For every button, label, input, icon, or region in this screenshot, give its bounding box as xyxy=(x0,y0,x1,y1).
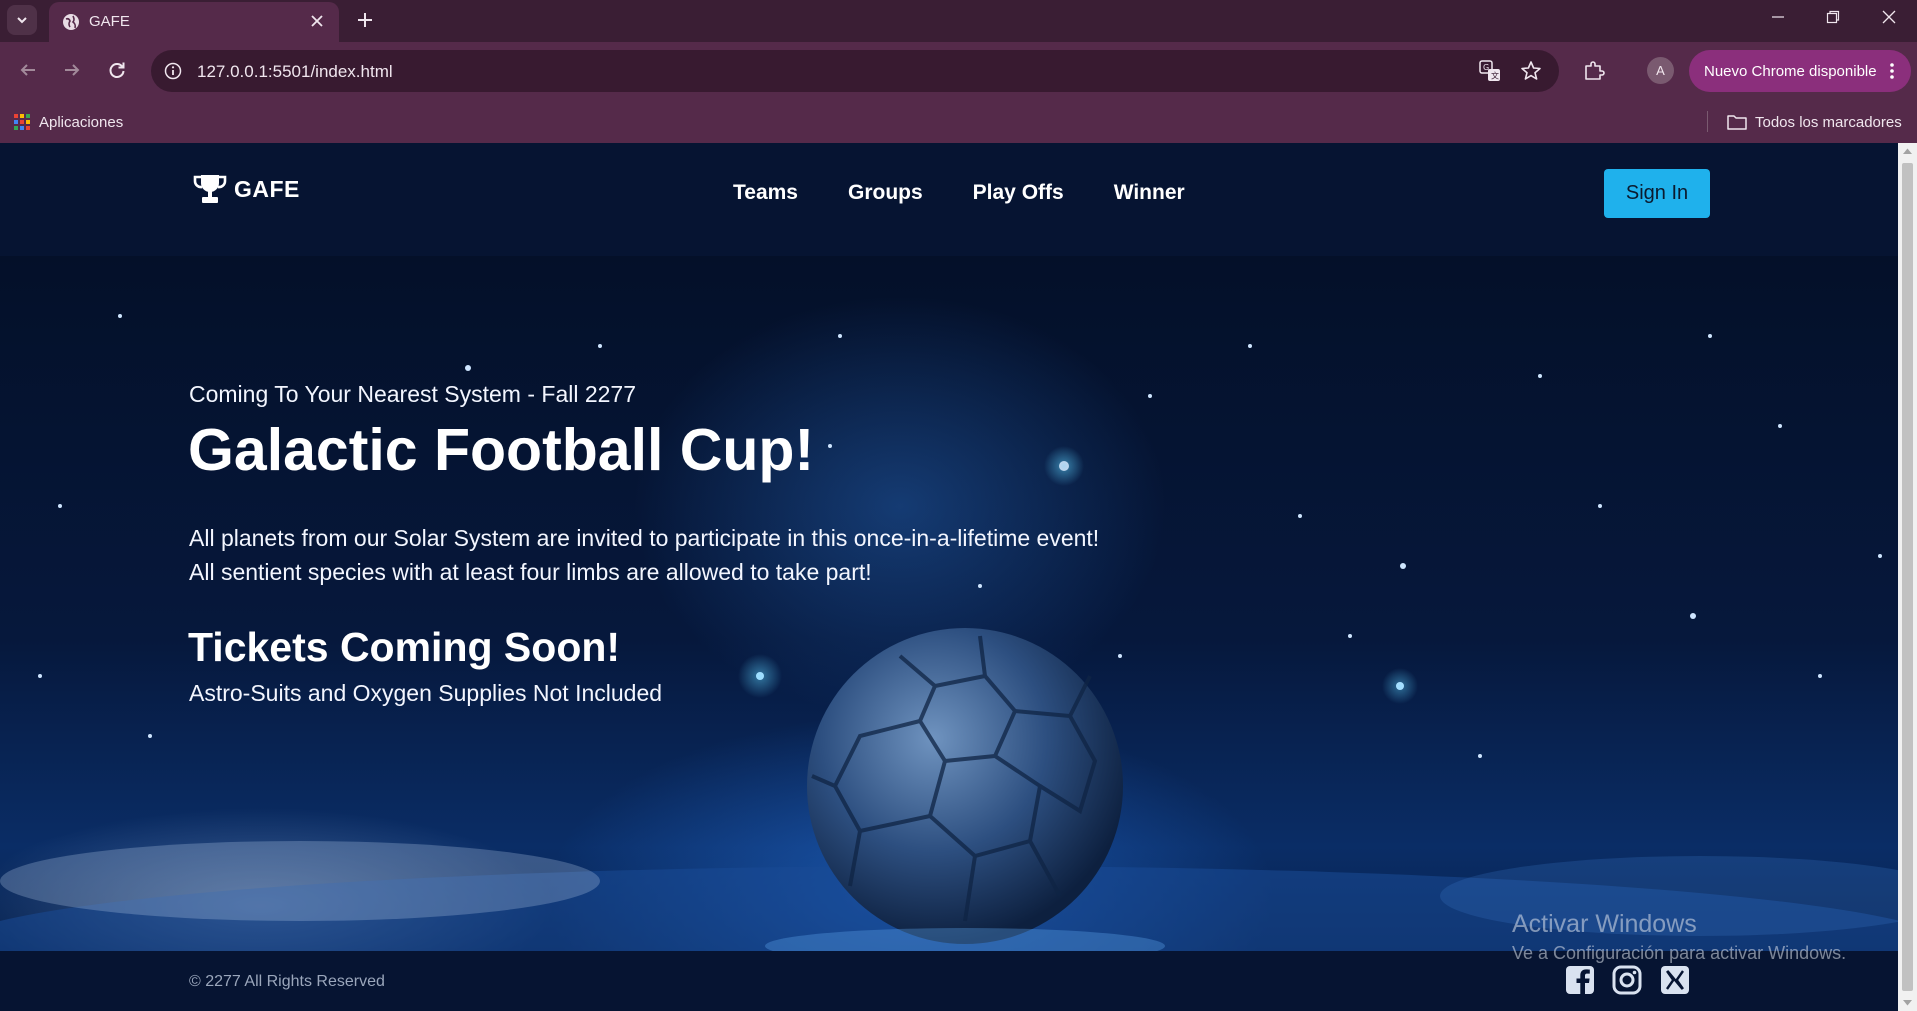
back-button[interactable] xyxy=(12,54,44,86)
nav-link-groups[interactable]: Groups xyxy=(848,181,923,205)
minimize-icon xyxy=(1772,16,1784,18)
bookmarks-divider xyxy=(1707,111,1708,132)
more-menu-icon[interactable] xyxy=(1883,61,1901,81)
close-icon xyxy=(311,15,323,27)
info-icon xyxy=(164,62,182,80)
hero-subtitle: Coming To Your Nearest System - Fall 227… xyxy=(189,381,637,407)
puzzle-icon xyxy=(1585,61,1605,80)
window-close-button[interactable] xyxy=(1861,0,1917,34)
restore-icon xyxy=(1826,10,1840,24)
space-football-illustration xyxy=(0,314,1898,951)
hero-section: Coming To Your Nearest System - Fall 227… xyxy=(0,256,1898,951)
watermark-title: Activar Windows xyxy=(1512,910,1697,938)
profile-avatar[interactable]: A xyxy=(1647,57,1674,84)
tickets-heading: Tickets Coming Soon! xyxy=(188,624,621,670)
update-chrome-label: Nuevo Chrome disponible xyxy=(1704,62,1877,80)
minimize-button[interactable] xyxy=(1750,0,1806,34)
address-bar[interactable]: 127.0.0.1:5501/index.html G文 xyxy=(151,50,1559,92)
facebook-icon xyxy=(1566,966,1594,994)
update-chrome-button[interactable]: Nuevo Chrome disponible xyxy=(1689,50,1911,92)
nav-link-teams[interactable]: Teams xyxy=(733,181,798,205)
bookmarks-bar: Aplicaciones Todos los marcadores xyxy=(0,100,1917,143)
folder-icon xyxy=(1727,115,1747,130)
scroll-down-arrow-icon[interactable] xyxy=(1902,999,1913,1007)
trophy-icon xyxy=(193,175,227,203)
close-icon xyxy=(1882,10,1896,24)
chevron-down-icon xyxy=(17,17,27,24)
reload-button[interactable] xyxy=(101,54,133,86)
instagram-icon xyxy=(1612,965,1642,995)
site-info-button[interactable] xyxy=(161,59,185,83)
apps-grid-icon xyxy=(14,114,30,130)
reload-icon xyxy=(109,62,125,78)
hero-description-line-2: All sentient species with at least four … xyxy=(189,559,872,585)
x-icon xyxy=(1661,966,1689,994)
hero-description-line-1: All planets from our Solar System are in… xyxy=(189,525,1100,551)
tab-title: GAFE xyxy=(89,13,130,30)
star-icon xyxy=(1521,61,1541,80)
watermark-subtitle: Ve a Configuración para activar Windows. xyxy=(1512,943,1847,963)
tickets-note: Astro-Suits and Oxygen Supplies Not Incl… xyxy=(189,680,663,706)
hero-title: Galactic Football Cup! xyxy=(188,417,815,483)
tab-close-button[interactable] xyxy=(307,11,327,31)
translate-icon: G文 xyxy=(1479,60,1500,81)
active-tab[interactable]: GAFE xyxy=(49,2,339,42)
instagram-link[interactable] xyxy=(1610,963,1644,997)
site-header: GAFE Teams Groups Play Offs Winner Sign … xyxy=(0,143,1898,256)
x-link[interactable] xyxy=(1658,963,1692,997)
extensions-button[interactable] xyxy=(1578,54,1610,86)
apps-label: Aplicaciones xyxy=(39,113,124,131)
browser-tab-strip: GAFE xyxy=(0,0,1917,42)
nav-link-winner[interactable]: Winner xyxy=(1114,181,1185,205)
nav-link-play-offs[interactable]: Play Offs xyxy=(973,181,1064,205)
restore-button[interactable] xyxy=(1805,0,1861,34)
all-bookmarks-label: Todos los marcadores xyxy=(1755,113,1902,131)
arrow-right-icon xyxy=(65,64,80,76)
browser-toolbar: 127.0.0.1:5501/index.html G文 A Nuevo Chr… xyxy=(0,42,1917,100)
url-text: 127.0.0.1:5501/index.html xyxy=(197,62,393,81)
scroll-up-arrow-icon[interactable] xyxy=(1902,147,1913,155)
page-scrollbar[interactable] xyxy=(1898,143,1917,1011)
arrow-left-icon xyxy=(20,64,35,76)
new-tab-button[interactable] xyxy=(352,7,378,33)
brand-name: GAFE xyxy=(234,175,300,202)
tab-search-button[interactable] xyxy=(7,5,37,35)
svg-text:文: 文 xyxy=(1491,71,1499,81)
windows-activation-watermark: Activar Windows Ve a Configuración para … xyxy=(1512,910,1846,964)
svg-text:G: G xyxy=(1483,63,1489,72)
bookmark-star-button[interactable] xyxy=(1519,59,1543,83)
plus-icon xyxy=(358,13,372,27)
translate-button[interactable]: G文 xyxy=(1478,59,1502,83)
web-page: GAFE Teams Groups Play Offs Winner Sign … xyxy=(0,143,1898,1011)
forward-button[interactable] xyxy=(56,54,88,86)
apps-bookmark[interactable]: Aplicaciones xyxy=(14,110,123,134)
globe-icon xyxy=(63,14,79,30)
sign-in-button[interactable]: Sign In xyxy=(1604,169,1710,218)
copyright-text: © 2277 All Rights Reserved xyxy=(189,973,385,990)
scrollbar-thumb[interactable] xyxy=(1902,163,1913,991)
brand-logo[interactable]: GAFE xyxy=(192,173,300,205)
main-nav: Teams Groups Play Offs Winner xyxy=(733,181,1185,205)
all-bookmarks-button[interactable]: Todos los marcadores xyxy=(1727,110,1902,134)
facebook-link[interactable] xyxy=(1563,963,1597,997)
